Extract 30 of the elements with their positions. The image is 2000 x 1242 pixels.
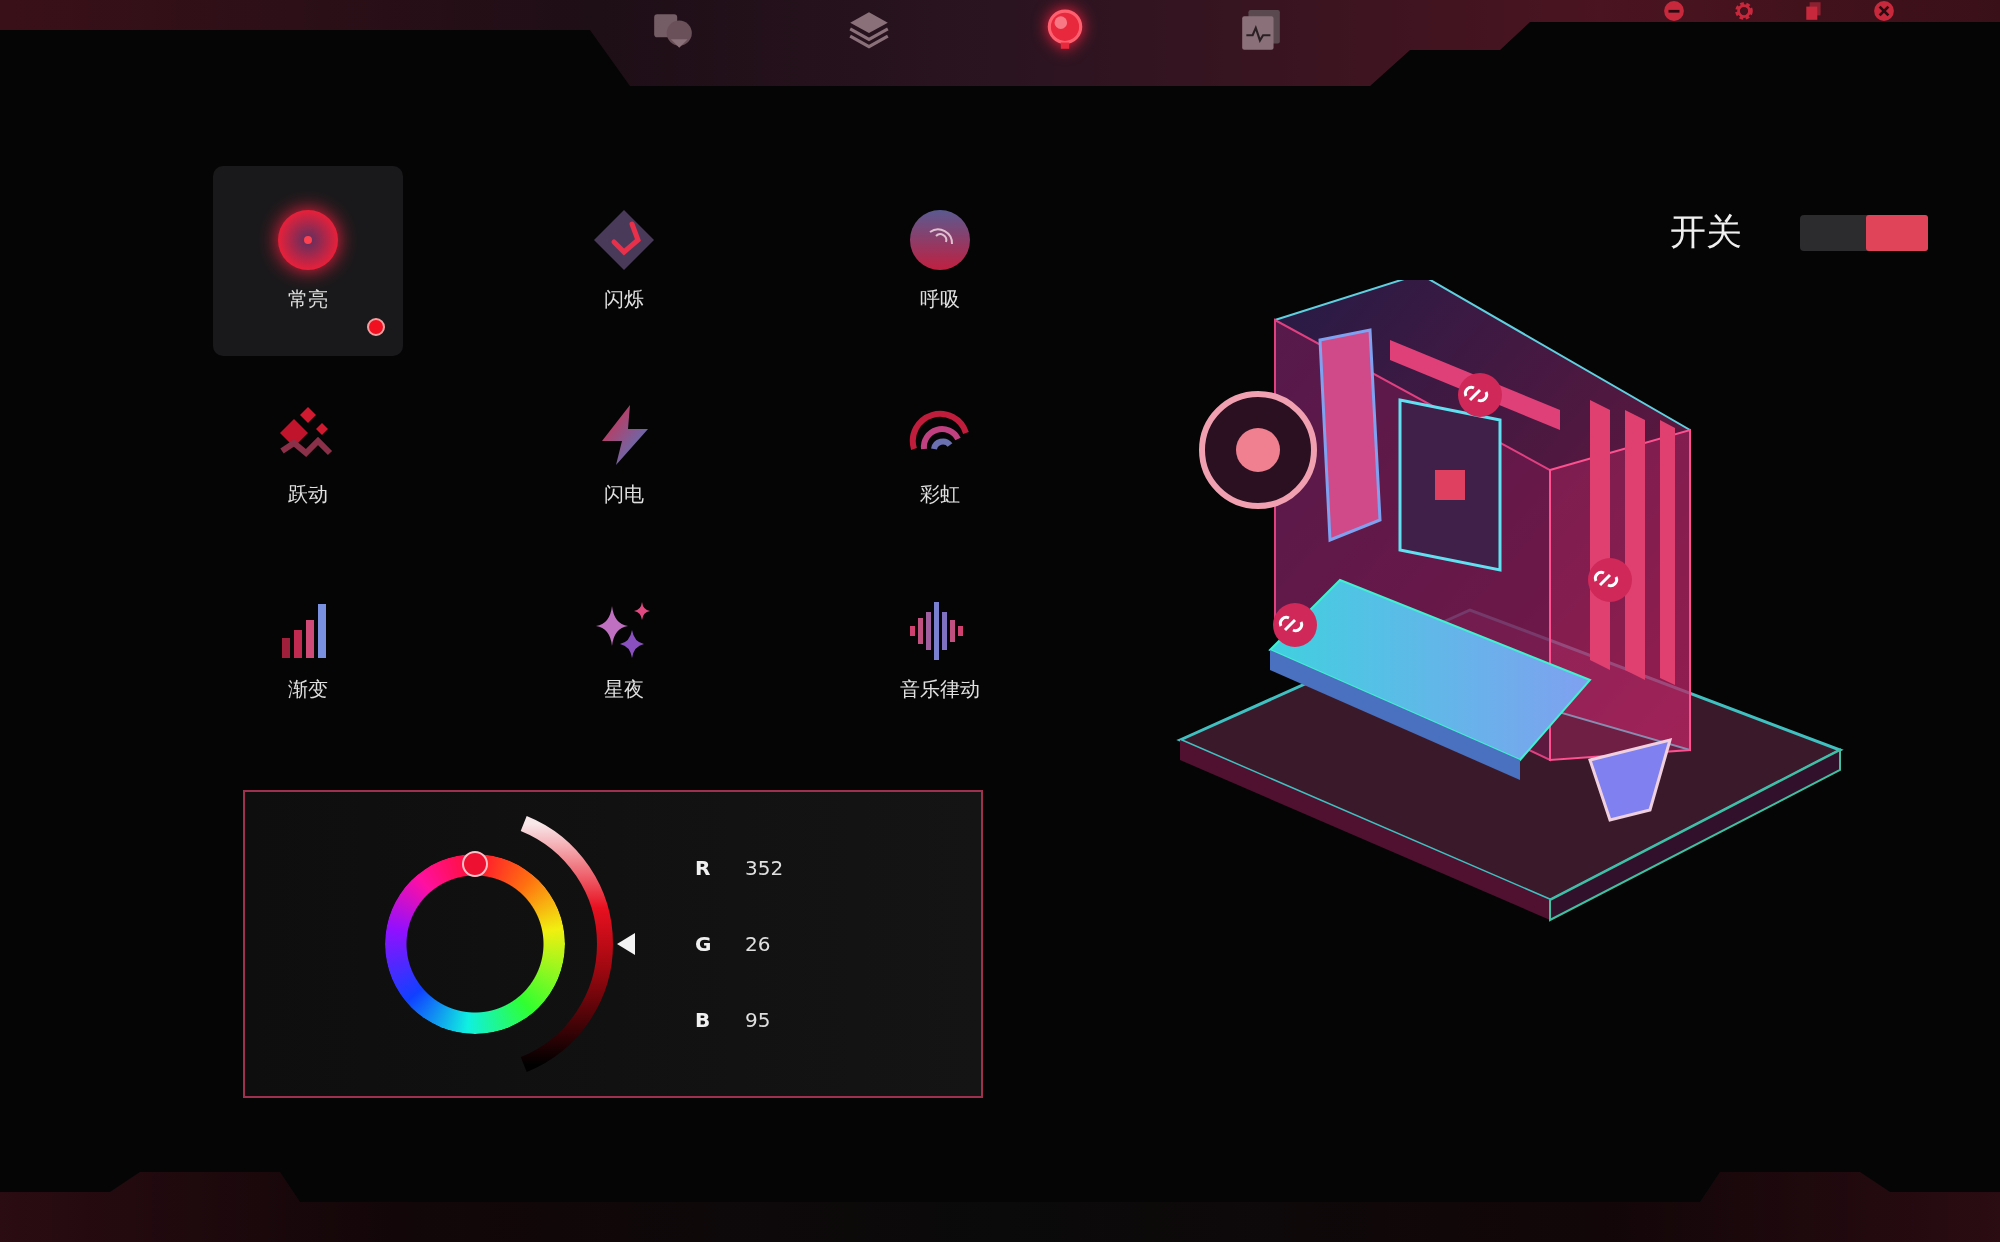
breathe-effect-icon: [908, 208, 972, 272]
pointer-icon[interactable]: [617, 933, 635, 955]
effect-option[interactable]: 星夜: [529, 556, 719, 746]
link-icon[interactable]: [1273, 603, 1317, 647]
channel-label: B: [695, 1008, 712, 1032]
minimize-button[interactable]: [1663, 0, 1685, 22]
channel-value: 352: [745, 856, 785, 880]
link-icon[interactable]: [1588, 558, 1632, 602]
effect-option[interactable]: 闪电: [529, 361, 719, 551]
effect-option[interactable]: 彩虹: [845, 361, 1035, 551]
settings-button[interactable]: [1733, 0, 1755, 22]
switch-label: 开关: [1670, 210, 1742, 254]
close-button[interactable]: [1873, 0, 1895, 22]
channel-value: 26: [745, 932, 772, 956]
channel-label: R: [695, 856, 712, 880]
effect-option[interactable]: 跃动: [213, 361, 403, 551]
power-toggle[interactable]: [1800, 214, 1928, 251]
effect-option[interactable]: 呼吸: [845, 166, 1035, 356]
selected-indicator: [367, 318, 385, 336]
brightness-arc[interactable]: [520, 816, 613, 1072]
effect-option[interactable]: 常亮: [213, 166, 403, 356]
effect-option[interactable]: 音乐律动: [845, 556, 1035, 746]
effect-option[interactable]: 闪烁: [529, 166, 719, 356]
effect-option[interactable]: 渐变: [213, 556, 403, 746]
link-icon[interactable]: [1458, 373, 1502, 417]
ring-handle[interactable]: [462, 851, 488, 877]
steady-effect-icon: [276, 208, 340, 272]
channel-value: 95: [745, 1008, 772, 1032]
blink-effect-icon: [592, 208, 656, 272]
channel-label: G: [695, 932, 713, 956]
